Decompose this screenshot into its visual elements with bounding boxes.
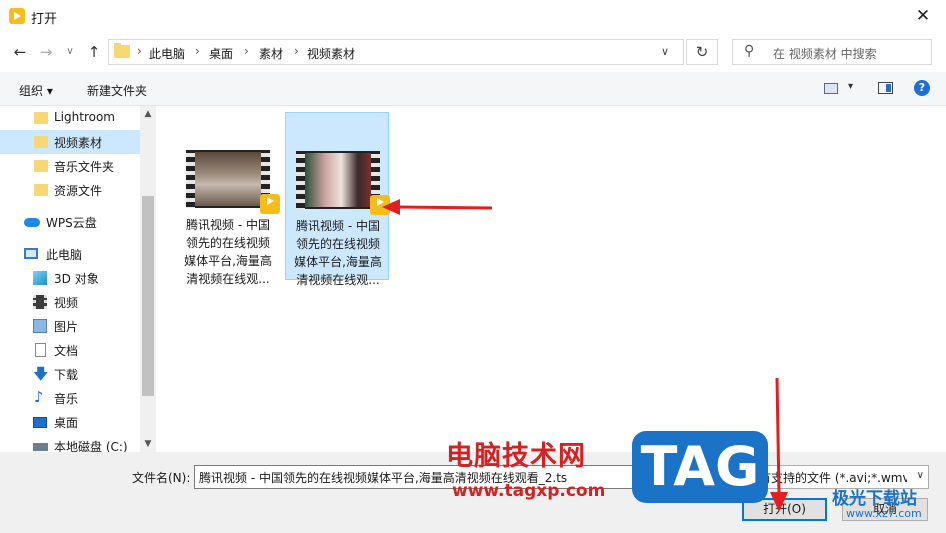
address-row: ← → ∨ ↑ › 此电脑 › 桌面 › 素材 › 视频素材 ∨ ↻ ⚲ 在 视… xyxy=(0,32,946,72)
title-bar: 打开 ✕ xyxy=(0,0,946,32)
scrollbar-thumb[interactable] xyxy=(142,196,154,396)
sidebar-item-resource-files[interactable]: 资源文件 xyxy=(0,178,140,202)
watermark-right-name: 极光下载站 xyxy=(832,489,917,509)
video-icon xyxy=(33,295,47,309)
watermark-tag-logo: TAG xyxy=(632,431,768,503)
view-dropdown-button[interactable]: ▾ xyxy=(848,81,853,92)
folder-icon xyxy=(114,43,130,58)
breadcrumb-separator: › xyxy=(294,44,299,58)
sidebar-item-label: 桌面 xyxy=(54,416,79,430)
computer-icon xyxy=(24,248,38,259)
video-thumbnail xyxy=(186,150,270,208)
sidebar-item-lightroom[interactable]: Lightroom xyxy=(0,106,140,130)
file-name: 腾讯视频 - 中国 领先的在线视频 媒体平台,海量高 清视频在线观... xyxy=(184,218,272,286)
3d-objects-icon xyxy=(33,271,47,285)
search-input[interactable]: ⚲ 在 视频素材 中搜索 xyxy=(732,39,932,65)
sidebar-item-this-pc[interactable]: 此电脑 xyxy=(0,242,140,266)
up-button[interactable]: ↑ xyxy=(84,42,104,62)
file-item-video-1[interactable]: 腾讯视频 - 中国 领先的在线视频 媒体平台,海量高 清视频在线观... xyxy=(176,112,280,286)
sidebar-item-label: 此电脑 xyxy=(46,248,83,262)
filename-label: 文件名(N): xyxy=(132,471,191,485)
close-button[interactable]: ✕ xyxy=(900,0,946,32)
new-folder-button[interactable]: 新建文件夹 xyxy=(87,82,147,99)
recent-locations-button[interactable]: ∨ xyxy=(60,42,80,62)
search-icon: ⚲ xyxy=(744,43,755,59)
sidebar-item-label: 视频素材 xyxy=(54,136,103,150)
cloud-icon xyxy=(24,218,40,227)
back-button[interactable]: ← xyxy=(10,42,30,62)
sidebar-item-music[interactable]: ♪ 音乐 xyxy=(0,386,140,410)
watermark-site-name: 电脑技术网 xyxy=(446,441,586,472)
forward-button[interactable]: → xyxy=(36,42,56,62)
sidebar-item-videos[interactable]: 视频 xyxy=(0,290,140,314)
scroll-down-arrow-icon[interactable]: ▼ xyxy=(140,436,156,452)
refresh-button[interactable]: ↻ xyxy=(686,39,718,65)
sidebar-item-3d-objects[interactable]: 3D 对象 xyxy=(0,266,140,290)
sidebar-item-video-material[interactable]: 视频素材 xyxy=(0,130,140,154)
desktop-icon xyxy=(33,417,47,428)
folder-icon xyxy=(34,160,48,172)
organize-button[interactable]: 组织 ▾ xyxy=(19,82,53,99)
sidebar-item-label: 音乐文件夹 xyxy=(54,160,115,174)
view-icon[interactable] xyxy=(824,83,838,94)
address-bar[interactable]: › 此电脑 › 桌面 › 素材 › 视频素材 ∨ xyxy=(108,39,684,65)
sidebar-item-music-folder[interactable]: 音乐文件夹 xyxy=(0,154,140,178)
folder-icon xyxy=(34,184,48,196)
watermark-site-url: www.tagxp.com xyxy=(452,481,606,501)
sidebar-item-label: 视频 xyxy=(54,296,79,310)
documents-icon xyxy=(35,343,46,357)
player-badge-icon xyxy=(370,195,390,215)
sidebar-item-local-disk-c[interactable]: 本地磁盘 (C:) xyxy=(0,434,140,452)
file-name: 腾讯视频 - 中国 领先的在线视频 媒体平台,海量高 清视频在线观... xyxy=(294,219,382,287)
sidebar-item-label: 图片 xyxy=(54,320,79,334)
chevron-down-icon[interactable]: ∨ xyxy=(661,45,669,58)
sidebar-item-downloads[interactable]: 🡇 下载 xyxy=(0,362,140,386)
sidebar-item-label: 资源文件 xyxy=(54,184,103,198)
music-icon: ♪ xyxy=(34,388,44,406)
sidebar-item-label: Lightroom xyxy=(54,110,115,124)
folder-icon xyxy=(34,112,48,124)
pictures-icon xyxy=(33,319,47,333)
sidebar-item-desktop[interactable]: 桌面 xyxy=(0,410,140,434)
file-list-view[interactable]: 腾讯视频 - 中国 领先的在线视频 媒体平台,海量高 清视频在线观... 腾讯视… xyxy=(156,106,946,452)
sidebar-item-label: 音乐 xyxy=(54,392,79,406)
sidebar-item-label: 文档 xyxy=(54,344,79,358)
breadcrumb-video-material[interactable]: 视频素材 xyxy=(307,45,355,62)
scroll-up-arrow-icon[interactable]: ▲ xyxy=(140,106,156,122)
player-app-icon xyxy=(9,8,25,24)
breadcrumb-separator: › xyxy=(244,44,249,58)
search-placeholder: 在 视频素材 中搜索 xyxy=(773,47,877,61)
sidebar-item-label: 本地磁盘 (C:) xyxy=(54,440,128,452)
sidebar-item-label: 3D 对象 xyxy=(54,272,99,286)
video-thumbnail xyxy=(296,151,380,209)
breadcrumb-separator: › xyxy=(195,44,200,58)
sidebar-item-wps-cloud[interactable]: WPS云盘 xyxy=(0,210,140,234)
breadcrumb-desktop[interactable]: 桌面 xyxy=(209,45,233,62)
folder-icon xyxy=(34,136,48,148)
navigation-pane: Lightroom 视频素材 音乐文件夹 资源文件 WPS云盘 此电脑 3D 对… xyxy=(0,106,140,452)
help-icon[interactable]: ? xyxy=(914,80,930,96)
command-toolbar: 组织 ▾ 新建文件夹 ▾ ? xyxy=(0,72,946,106)
breadcrumb-material[interactable]: 素材 xyxy=(259,45,283,62)
preview-pane-icon[interactable] xyxy=(878,82,893,94)
sidebar-item-label: WPS云盘 xyxy=(46,216,97,230)
sidebar-item-documents[interactable]: 文档 xyxy=(0,338,140,362)
navigation-scrollbar[interactable]: ▲ ▼ xyxy=(140,106,156,452)
sidebar-item-label: 下载 xyxy=(54,368,79,382)
chevron-down-icon: ∨ xyxy=(916,470,924,481)
player-badge-icon xyxy=(260,194,280,214)
breadcrumb-this-pc[interactable]: 此电脑 xyxy=(149,45,185,62)
watermark-right-url: www.xz7.com xyxy=(846,507,922,520)
file-item-video-2[interactable]: 腾讯视频 - 中国 领先的在线视频 媒体平台,海量高 清视频在线观... xyxy=(285,112,390,287)
sidebar-item-pictures[interactable]: 图片 xyxy=(0,314,140,338)
disk-icon xyxy=(33,443,48,451)
breadcrumb-separator: › xyxy=(137,44,142,58)
window-title: 打开 xyxy=(31,12,58,27)
